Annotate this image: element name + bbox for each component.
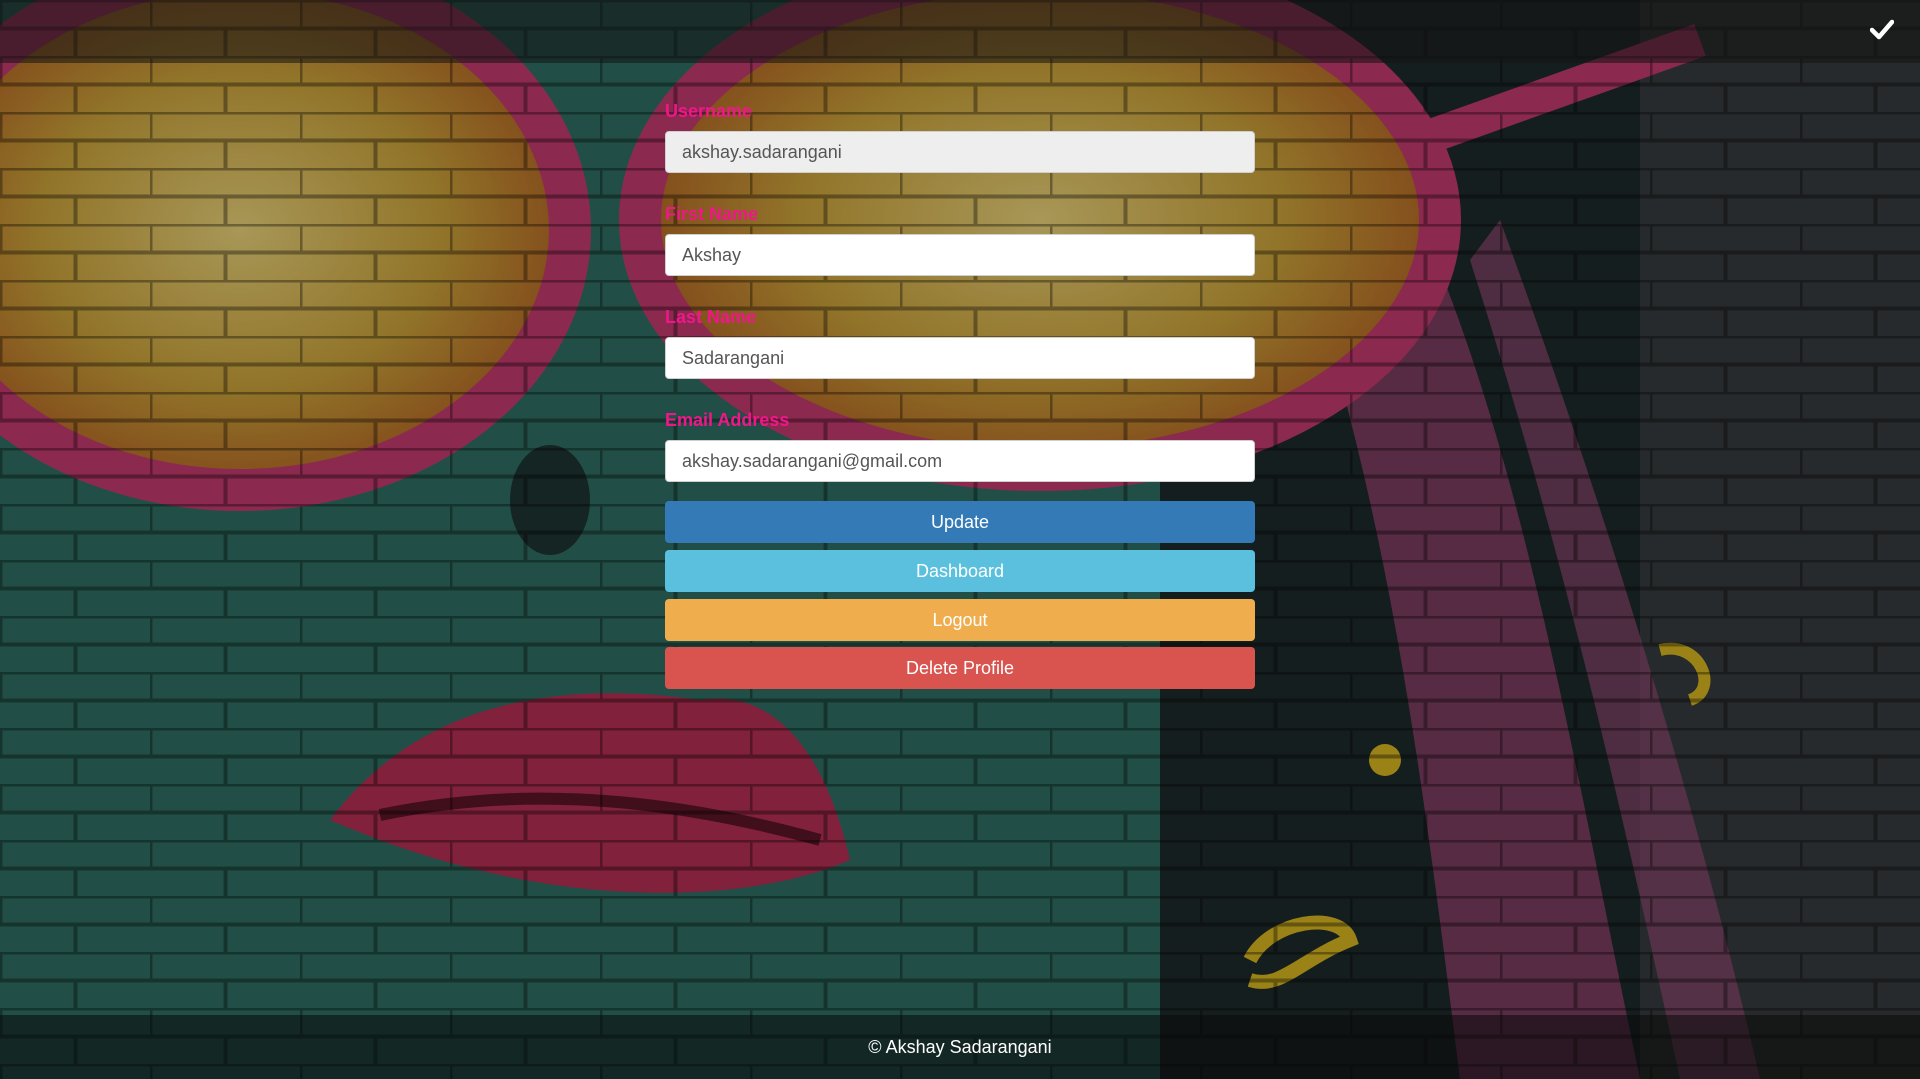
dashboard-button[interactable]: Dashboard bbox=[665, 550, 1255, 592]
first-name-field-group: First Name bbox=[665, 203, 1255, 276]
username-input[interactable] bbox=[665, 131, 1255, 173]
email-input[interactable] bbox=[665, 440, 1255, 482]
page: Username First Name Last Name Email Addr… bbox=[0, 0, 1920, 1079]
first-name-label: First Name bbox=[665, 204, 759, 224]
username-field-group: Username bbox=[665, 100, 1255, 173]
username-label: Username bbox=[665, 101, 753, 121]
first-name-input[interactable] bbox=[665, 234, 1255, 276]
footer: © Akshay Sadarangani bbox=[0, 1015, 1920, 1079]
top-navbar bbox=[0, 0, 1920, 63]
copyright-text: © Akshay Sadarangani bbox=[868, 1037, 1052, 1057]
profile-form: Username First Name Last Name Email Addr… bbox=[665, 100, 1255, 696]
update-button[interactable]: Update bbox=[665, 501, 1255, 543]
email-label: Email Address bbox=[665, 410, 790, 430]
logout-button[interactable]: Logout bbox=[665, 599, 1255, 641]
last-name-label: Last Name bbox=[665, 307, 757, 327]
last-name-field-group: Last Name bbox=[665, 306, 1255, 379]
delete-profile-button[interactable]: Delete Profile bbox=[665, 647, 1255, 689]
last-name-input[interactable] bbox=[665, 337, 1255, 379]
check-icon[interactable] bbox=[1870, 17, 1894, 41]
email-field-group: Email Address bbox=[665, 409, 1255, 482]
